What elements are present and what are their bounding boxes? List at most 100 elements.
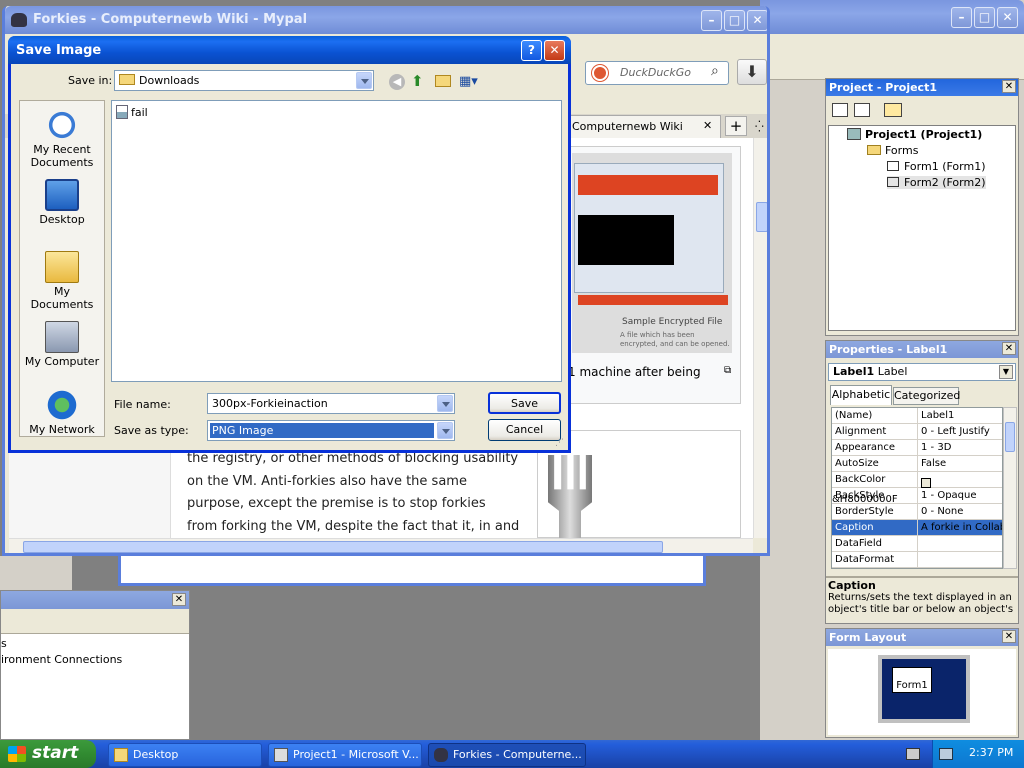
chevron-down-icon: ▼	[999, 365, 1013, 379]
enlarge-icon[interactable]: ⧉	[724, 365, 731, 376]
place-my-documents[interactable]: My Documents	[22, 251, 102, 311]
property-name: (Name)	[832, 408, 918, 423]
save-as-type-select[interactable]: PNG Image	[207, 420, 455, 441]
save-in-label: Save in:	[68, 74, 113, 87]
panel-line: ironment Connections	[1, 653, 123, 666]
tree-forms-folder[interactable]: Forms	[867, 144, 918, 157]
view-object-icon[interactable]	[854, 103, 870, 117]
place-desktop[interactable]: Desktop	[22, 179, 102, 226]
back-icon[interactable]: ◀	[389, 74, 405, 90]
article-line: on the VM. Anti-forkies also have the sa…	[187, 473, 467, 489]
browser-close-button[interactable]: ✕	[747, 10, 767, 31]
taskbar-item-browser[interactable]: Forkies - Computerne...	[428, 743, 586, 767]
new-folder-icon[interactable]	[435, 75, 451, 87]
tab-computernewb[interactable]: Computernewb Wiki	[561, 115, 721, 138]
property-name: Appearance	[832, 440, 918, 455]
horizontal-scrollbar[interactable]	[9, 538, 753, 553]
project-panel: Project - Project1 ✕ Project1 (Project1)…	[825, 78, 1019, 336]
property-name: DataFormat	[832, 552, 918, 567]
vertical-scrollbar[interactable]	[753, 138, 767, 538]
tab-categorized[interactable]: Categorized	[893, 387, 960, 405]
form-layout-title: Form Layout	[826, 629, 1018, 646]
save-dialog: Save Image ? ✕ Save in: Downloads ◀ ⬆ ▦▾…	[8, 36, 571, 453]
save-button[interactable]: Save	[488, 392, 561, 414]
resize-grip-icon[interactable]: ⋰	[555, 438, 564, 448]
vb-minimize-button[interactable]: –	[951, 7, 972, 28]
tree-form1[interactable]: Form1 (Form1)	[887, 160, 986, 173]
file-list[interactable]: fail	[111, 100, 562, 382]
toggle-folders-icon[interactable]	[884, 103, 902, 117]
save-in-combo[interactable]: Downloads	[114, 70, 374, 91]
mypal-icon	[11, 13, 27, 27]
property-value: 1 - 3D	[921, 442, 952, 453]
tree-project-root[interactable]: Project1 (Project1)	[847, 128, 982, 141]
file-name: fail	[131, 106, 148, 119]
taskbar: start Desktop Project1 - Microsoft V... …	[0, 740, 1024, 768]
property-row[interactable]: (Name) Label1	[832, 408, 1002, 424]
immediate-close-icon[interactable]: ✕	[172, 593, 186, 606]
taskbar-item-vb[interactable]: Project1 - Microsoft V...	[268, 743, 422, 767]
property-row[interactable]: BorderStyle 0 - None	[832, 504, 1002, 520]
property-value: 0 - Left Justify	[921, 426, 990, 437]
form-layout-close-icon[interactable]: ✕	[1002, 630, 1016, 643]
background-window	[118, 556, 706, 586]
up-folder-icon[interactable]: ⬆	[411, 72, 424, 90]
help-button[interactable]: ?	[521, 40, 542, 61]
place-network[interactable]: My Network	[22, 389, 102, 436]
browser-titlebar: Forkies - Computernewb Wiki - Mypal	[5, 6, 767, 34]
tab-close-icon[interactable]: ✕	[703, 119, 712, 132]
property-name: BorderStyle	[832, 504, 918, 519]
file-item[interactable]: fail	[116, 105, 148, 119]
browser-maximize-button[interactable]: □	[724, 10, 745, 31]
place-label: My Documents	[30, 285, 94, 311]
thumbnail-caption: A file which has been encrypted, and can…	[620, 331, 730, 348]
taskbar-item-desktop[interactable]: Desktop	[108, 743, 262, 767]
place-label: My Recent Documents	[30, 143, 94, 169]
browser-title: Forkies - Computernewb Wiki - Mypal	[33, 12, 308, 27]
chevron-down-icon[interactable]	[437, 395, 453, 412]
download-button[interactable]: ⬇	[737, 59, 767, 85]
property-row[interactable]: Caption A forkie in Collab	[832, 520, 1002, 536]
save-as-type-label: Save as type:	[114, 424, 189, 437]
property-name: BackColor	[832, 472, 918, 487]
search-icon[interactable]: ⌕	[711, 63, 719, 79]
place-my-computer[interactable]: My Computer	[22, 321, 102, 368]
folder-icon	[867, 145, 881, 155]
property-row[interactable]: BackColor&H8000000F	[832, 472, 1002, 505]
cancel-button[interactable]: Cancel	[488, 419, 561, 441]
views-menu-icon[interactable]: ▦▾	[459, 74, 478, 89]
properties-close-icon[interactable]: ✕	[1002, 342, 1016, 355]
tree-form2[interactable]: Form2 (Form2)	[887, 176, 986, 189]
property-name: BackStyle	[832, 488, 918, 503]
folder-icon	[114, 748, 128, 762]
object-selector[interactable]: Label1 Label ▼	[828, 363, 1016, 381]
network-tray-icon[interactable]	[939, 748, 953, 760]
place-label: My Computer	[24, 355, 100, 368]
vb-maximize-button[interactable]: □	[974, 7, 995, 28]
property-scrollbar[interactable]	[1003, 407, 1017, 569]
browser-minimize-button[interactable]: –	[701, 10, 722, 31]
vb-close-button[interactable]: ✕	[997, 7, 1018, 28]
property-row[interactable]: BackStyle 1 - Opaque	[832, 488, 1002, 504]
filename-input[interactable]: 300px-Forkieinaction	[207, 393, 455, 414]
property-value: A forkie in Collab	[921, 522, 1002, 533]
place-recent-documents[interactable]: My Recent Documents	[22, 109, 102, 169]
property-row[interactable]: DataFormat	[832, 552, 1002, 568]
tab-alphabetic[interactable]: Alphabetic	[830, 385, 892, 405]
property-row[interactable]: Appearance 1 - 3D	[832, 440, 1002, 456]
property-row[interactable]: Alignment 0 - Left Justify	[832, 424, 1002, 440]
new-tab-button[interactable]: +	[725, 116, 747, 136]
property-value: 1 - Opaque	[921, 490, 977, 501]
property-row[interactable]: DataField	[832, 536, 1002, 552]
form1-layout-box[interactable]: Form1	[892, 667, 932, 693]
project-close-icon[interactable]: ✕	[1002, 80, 1016, 93]
property-row[interactable]: AutoSize False	[832, 456, 1002, 472]
chevron-down-icon[interactable]	[437, 422, 453, 439]
view-code-icon[interactable]	[832, 103, 848, 117]
description-text: Returns/sets the text displayed in an ob…	[828, 592, 1014, 615]
start-button[interactable]: start	[0, 740, 96, 768]
keyboard-tray-icon[interactable]	[906, 748, 920, 760]
chevron-down-icon[interactable]	[356, 72, 372, 89]
dialog-close-button[interactable]: ✕	[544, 40, 565, 61]
tab-list-icon[interactable]: ⁛	[755, 120, 764, 133]
